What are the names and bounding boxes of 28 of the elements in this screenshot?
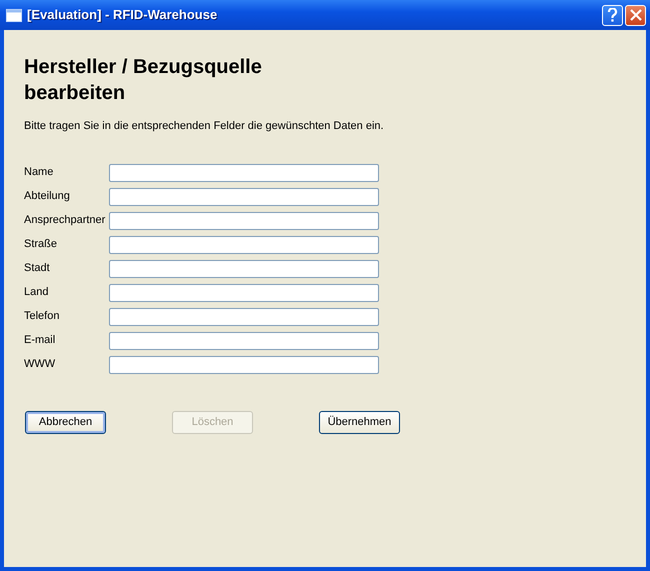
input-field[interactable] [109, 260, 379, 278]
field-label: Stadt [24, 261, 51, 276]
field-label: Land [24, 285, 50, 300]
field-label: WWW [24, 357, 56, 372]
field-label: Telefon [24, 309, 60, 324]
close-button[interactable] [625, 4, 646, 26]
input-field[interactable] [109, 188, 379, 206]
field-label: Ansprechpartner [24, 213, 106, 228]
field-label: E-mail [24, 333, 56, 348]
instruction-text: Bitte tragen Sie in die entsprechenden Felder die gewünschten Daten ein. [24, 119, 385, 134]
input-field[interactable] [109, 236, 379, 254]
input-field[interactable] [109, 284, 379, 302]
help-icon [607, 8, 618, 22]
window-title: [Evaluation] - RFID-Warehouse [27, 6, 218, 24]
input-field[interactable] [109, 164, 379, 182]
input-field[interactable] [109, 212, 379, 230]
input-field[interactable] [109, 356, 379, 374]
help-button[interactable] [602, 4, 623, 26]
dialog-button[interactable]: Übernehmen [319, 410, 400, 434]
field-label: Name [24, 165, 54, 180]
close-icon [630, 9, 642, 21]
input-field[interactable] [109, 308, 379, 326]
input-field[interactable] [109, 332, 379, 350]
field-label: Abteilung [24, 189, 71, 204]
field-label: Straße [24, 237, 58, 252]
window-icon [6, 8, 22, 22]
dialog-button[interactable]: Abbrechen [25, 410, 106, 434]
page-heading: Hersteller / Bezugsquelle bearbeiten [24, 55, 263, 106]
